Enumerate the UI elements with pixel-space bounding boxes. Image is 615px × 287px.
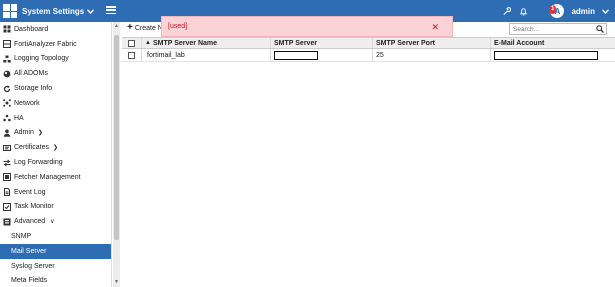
- sidebar-item-label: Advanced: [14, 218, 46, 226]
- app-grid-icon[interactable]: [3, 4, 17, 18]
- row-checkbox[interactable]: [128, 51, 135, 59]
- row-select-cell: [122, 49, 142, 61]
- scroll-down-icon[interactable]: ▼: [114, 279, 119, 285]
- search-input[interactable]: [510, 24, 594, 35]
- error-alert: [used] ✕: [161, 16, 453, 37]
- dashboard-icon: [3, 25, 11, 33]
- mail-server-table: ▲ SMTP Server Name SMTP Server SMTP Serv…: [122, 37, 615, 62]
- sidebar-item-label: Admin: [14, 129, 34, 137]
- network-icon: [3, 99, 11, 108]
- redacted-server-box: [274, 50, 318, 60]
- table-header: ▲ SMTP Server Name SMTP Server SMTP Serv…: [122, 37, 615, 49]
- globe-icon: [3, 70, 11, 78]
- sidebar-item-mail-server[interactable]: Mail Server: [0, 243, 111, 259]
- topology-icon: [3, 55, 11, 63]
- cell-port: 25: [373, 49, 491, 61]
- document-icon: [3, 188, 11, 197]
- fabric-icon: [3, 40, 11, 49]
- sidebar-item-fortianalyzer-fabric[interactable]: FortiAnalyzer Fabric: [0, 37, 111, 52]
- module-title: System Settings: [22, 6, 85, 16]
- create-new-button[interactable]: + Create N: [127, 22, 163, 33]
- redacted-email-box: [494, 50, 598, 60]
- close-icon[interactable]: ✕: [431, 22, 439, 33]
- sidebar-item-label: FortiAnalyzer Fabric: [14, 40, 77, 48]
- monitor-icon: [3, 202, 11, 211]
- sidebar-item-label: Storage Info: [14, 85, 53, 93]
- module-selector[interactable]: System Settings: [22, 6, 95, 16]
- sidebar-item-label: Logging Topology: [14, 55, 69, 63]
- bell-icon[interactable]: [518, 6, 528, 16]
- sidebar-item-admin[interactable]: Admin ❯: [0, 126, 111, 141]
- alert-message: [used]: [168, 23, 188, 30]
- cell-name: fortimail_lab: [142, 49, 271, 61]
- sidebar-item-all-adoms[interactable]: All ADOMs: [0, 66, 111, 81]
- chevron-right-icon: ❯: [37, 130, 43, 137]
- search-icon[interactable]: [596, 25, 604, 33]
- sidebar-item-storage-info[interactable]: Storage Info: [0, 81, 111, 96]
- chevron-down-icon: [87, 8, 95, 14]
- chevron-right-icon: ❯: [53, 145, 59, 152]
- sidebar-item-label: HA: [14, 114, 24, 122]
- sidebar-item-label: Event Log: [14, 188, 46, 196]
- sidebar-item-label: Fetcher Management: [14, 173, 81, 181]
- sidebar-item-label: Syslog Server: [11, 262, 55, 270]
- sidebar-item-syslog-server[interactable]: Syslog Server: [0, 259, 111, 274]
- sidebar-item-label: Certificates: [14, 144, 50, 152]
- chevron-down-icon: ∨: [50, 219, 55, 226]
- create-new-label: Create N: [134, 24, 163, 32]
- user-menu[interactable]: admin: [571, 7, 595, 16]
- ha-icon: [3, 114, 11, 122]
- sidebar-item-label: SNMP: [11, 233, 32, 241]
- certificate-icon: [3, 144, 11, 152]
- plus-icon: +: [127, 22, 133, 33]
- sidebar-item-ha[interactable]: HA: [0, 111, 111, 126]
- fetcher-icon: [3, 173, 11, 182]
- chevron-down-icon[interactable]: [602, 8, 609, 14]
- column-header-email[interactable]: E-Mail Account: [491, 38, 615, 48]
- forward-icon: [3, 159, 11, 167]
- sidebar-item-logging-topology[interactable]: Logging Topology: [0, 52, 111, 67]
- sidebar-item-snmp[interactable]: SNMP: [0, 229, 111, 244]
- sidebar-item-label: Dashboard: [14, 25, 49, 33]
- column-header-name[interactable]: ▲ SMTP Server Name: [142, 38, 271, 48]
- select-all-cell: [122, 38, 142, 48]
- sidebar-item-label: All ADOMs: [14, 70, 48, 78]
- sidebar-item-event-log[interactable]: Event Log: [0, 185, 111, 200]
- sidebar-item-label: Mail Server: [11, 247, 47, 255]
- sidebar-item-label: Task Monitor: [14, 203, 54, 211]
- column-header-port[interactable]: SMTP Server Port: [373, 38, 491, 48]
- sidebar-item-label: Network: [14, 99, 40, 107]
- sidebar-item-label: Meta Fields: [11, 277, 48, 285]
- cell-server: [271, 49, 373, 61]
- select-all-checkbox[interactable]: [128, 39, 135, 47]
- sidebar-item-dashboard[interactable]: Dashboard: [0, 22, 111, 37]
- advanced-icon: [3, 218, 11, 226]
- scroll-up-icon[interactable]: ▲: [114, 23, 119, 29]
- refresh-icon: [3, 85, 11, 93]
- sort-ascending-icon: ▲: [145, 40, 151, 46]
- sidebar-item-fetcher-management[interactable]: Fetcher Management: [0, 170, 111, 185]
- column-header-server[interactable]: SMTP Server: [271, 38, 373, 48]
- sidebar-item-network[interactable]: Network: [0, 96, 111, 111]
- cell-email: [491, 49, 615, 61]
- sidebar-item-task-monitor[interactable]: Task Monitor: [0, 200, 111, 215]
- sidebar-item-certificates[interactable]: Certificates ❯: [0, 140, 111, 155]
- user-icon: [3, 129, 11, 137]
- search-field[interactable]: [509, 23, 607, 35]
- sidebar: Dashboard FortiAnalyzer Fabric Logging T…: [0, 22, 112, 287]
- sidebar-scroll-thumb[interactable]: [114, 35, 119, 240]
- notification-badge: 1: [549, 5, 557, 14]
- sidebar-item-log-forwarding[interactable]: Log Forwarding: [0, 155, 111, 170]
- menu-toggle-icon[interactable]: [106, 5, 116, 15]
- sidebar-item-label: Log Forwarding: [14, 159, 63, 167]
- table-row[interactable]: fortimail_lab 25: [122, 49, 615, 62]
- sidebar-item-meta-fields[interactable]: Meta Fields: [0, 274, 111, 287]
- sidebar-item-advanced[interactable]: Advanced ∨: [0, 214, 111, 229]
- wrench-icon[interactable]: [501, 6, 511, 16]
